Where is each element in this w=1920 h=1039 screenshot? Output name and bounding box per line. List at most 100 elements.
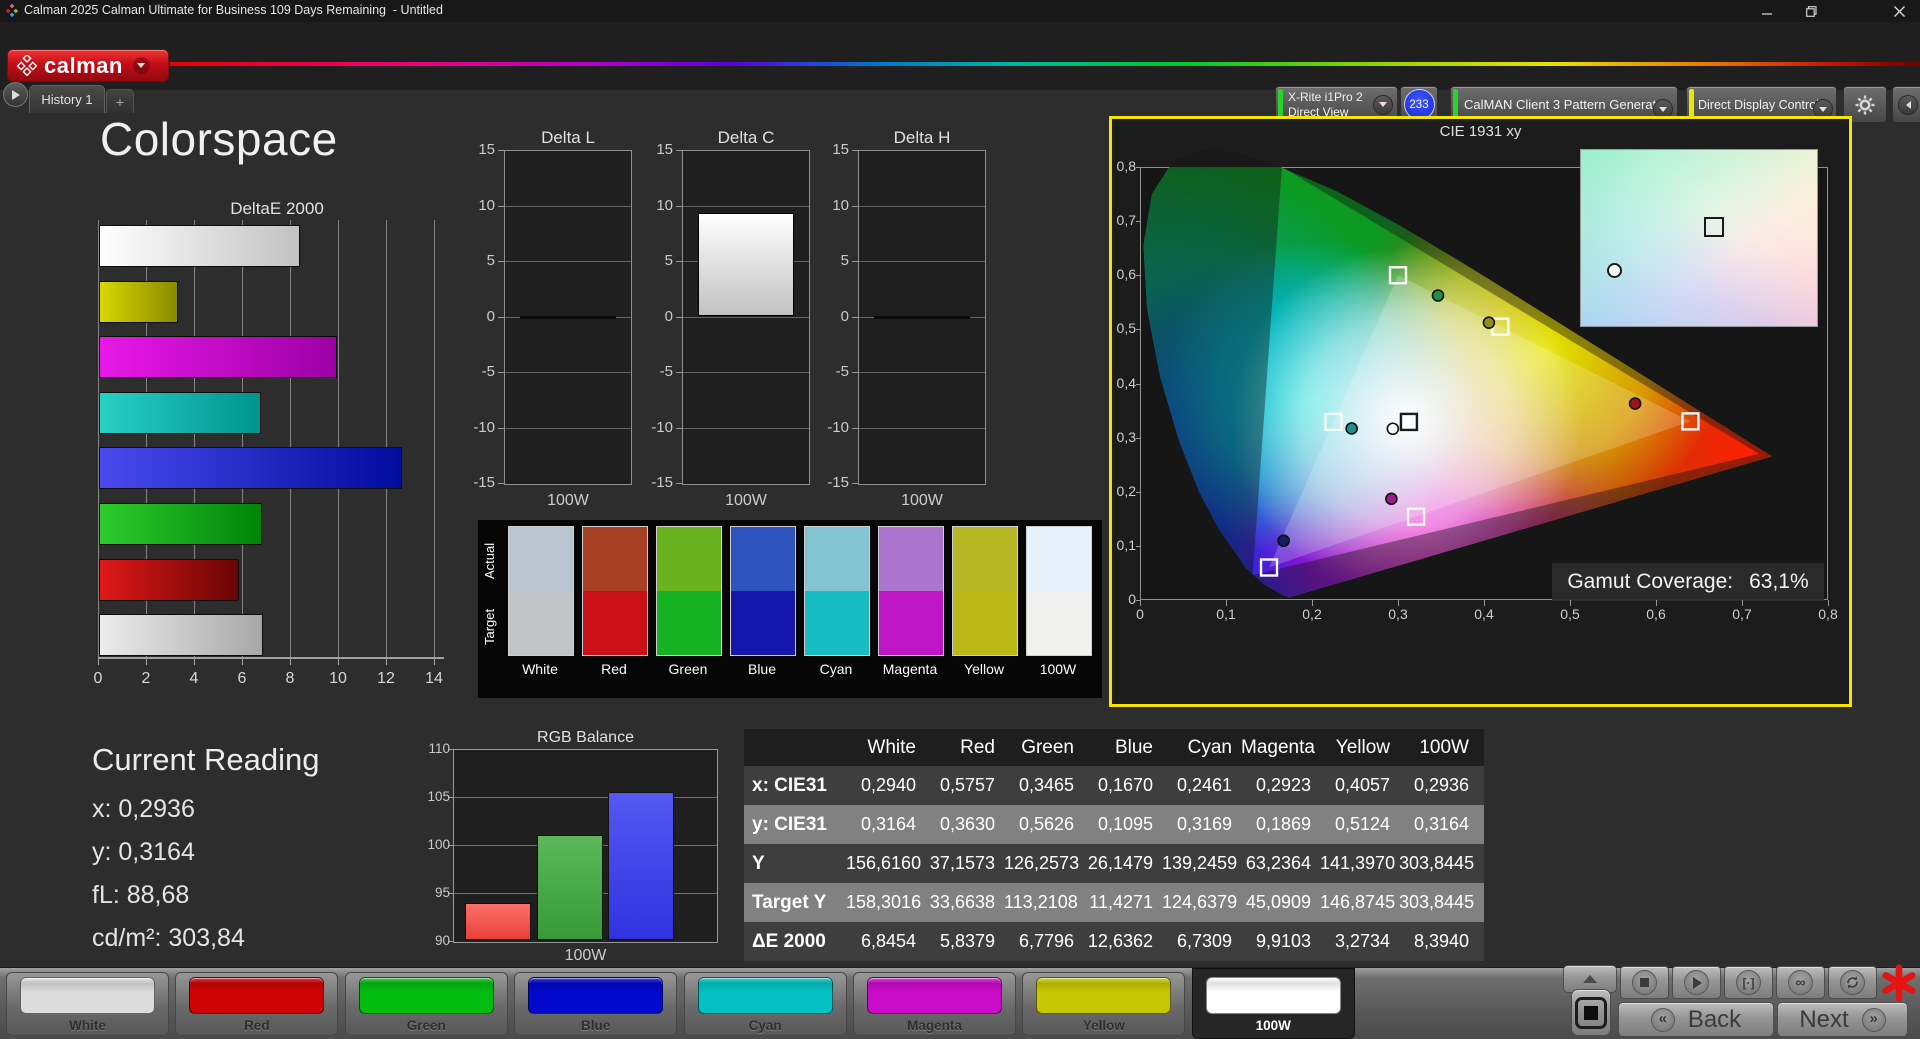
swatch-target [583,591,647,655]
swatch-target [731,591,795,655]
current-reading-line: y: 0,3164 [92,838,422,868]
deltae-axis-label: 12 [371,670,401,688]
table-cell: 0,3630 [925,814,1004,835]
deltae-gridline [290,220,291,658]
deltae-bar-blue [99,447,402,489]
tab-history-1[interactable]: History 1 [29,85,105,113]
close-icon[interactable] [1880,0,1918,22]
delta-h-chart: Delta H 151050-5-10-15100W [803,128,1043,520]
table-cell: 0,4057 [1320,775,1399,796]
pattern-label: Magenta [854,1018,1015,1033]
calman-menu-button[interactable]: calman [7,49,169,82]
refresh-icon [1840,970,1865,995]
delta_h-gridline [859,261,985,262]
cie-measured-cyan [1346,423,1357,434]
cie-ytick [1136,221,1141,222]
collapse-panel-button[interactable] [1892,86,1920,123]
delta_l-ylabel: -5 [453,363,495,379]
table-header-cell: Yellow [1320,737,1399,759]
table-row: x: CIE310,29400,57570,34650,16700,24610,… [744,766,1484,805]
delta_c-plot-area [682,150,810,485]
swatch-label: Cyan [798,661,874,677]
pattern-window-icon [1575,997,1607,1029]
delta_h-ylabel: -15 [807,474,849,490]
next-button[interactable]: Next » [1777,1002,1908,1037]
minimize-icon[interactable] [1748,0,1786,22]
deltae-tick [386,658,387,665]
delta_c-bar [698,213,794,316]
delta_h-gridline [859,428,985,429]
deltae-axis-label: 6 [227,670,257,688]
delta_h-gridline [859,206,985,207]
table-header-cell: Red [925,737,1004,759]
pattern-label: Green [346,1018,507,1033]
delta_l-tick [498,261,504,262]
deltae-gridline [242,220,243,658]
delta_c-gridline [683,428,809,429]
cie-xtick [1226,600,1227,606]
table-header-cell: Blue [1083,737,1162,759]
delta_c-ylabel: -10 [631,419,673,435]
deltae-tick [242,658,243,665]
table-cell: 5,8379 [925,931,1004,952]
pattern-button-cyan[interactable]: Cyan [684,972,847,1036]
table-cell: 26,1479 [1083,853,1162,874]
cie-ytick [1136,384,1141,385]
continuous-button[interactable]: ∞ [1776,966,1825,999]
cie-measured-magenta [1386,493,1397,504]
swatch-actual [805,527,869,591]
deltae-tick [146,658,147,665]
table-cell: 63,2364 [1241,853,1320,874]
infinity-glyph: ∞ [1796,974,1806,990]
pattern-button-green[interactable]: Green [345,972,508,1036]
pattern-button-blue[interactable]: Blue [514,972,677,1036]
swatch-actual [879,527,943,591]
delta_l-tick [498,150,504,151]
pattern-button-magenta[interactable]: Magenta [853,972,1016,1036]
titlebar: Calman 2025 Calman Ultimate for Business… [0,0,1920,22]
swatch-target [953,591,1017,655]
cie-ytick-label: 0 [1112,591,1136,607]
refresh-button[interactable] [1828,966,1877,999]
application-window: Calman 2025 Calman Ultimate for Business… [0,0,1920,1039]
deltae-tick [98,658,99,665]
table-cell: 9,9103 [1241,931,1320,952]
deltae-axis-label: 10 [323,670,353,688]
play-button[interactable] [1672,966,1721,999]
deltae-bar-green [99,503,262,545]
pattern-button-red[interactable]: Red [175,972,338,1036]
cie-ytick-label: 0,3 [1112,429,1136,445]
swatch-column-100w [1026,526,1092,656]
rgb-ylabel: 100 [422,837,450,852]
table-cell: 156,6160 [846,853,925,874]
delta_l-gridline [505,428,631,429]
stop-button[interactable] [1620,966,1669,999]
delta_h-ylabel: 5 [807,252,849,268]
single-measure-button[interactable]: [·] [1724,966,1773,999]
maximize-icon[interactable] [1792,0,1830,22]
page-title: Colorspace [100,112,338,166]
table-cell: 0,5757 [925,775,1004,796]
deltae-axis-label: 0 [83,670,113,688]
swatch-column-yellow [952,526,1018,656]
deltae-bar-red [99,559,239,601]
delta_h-tick [852,372,858,373]
delta_c-gridline [683,317,809,318]
pattern-button-yellow[interactable]: Yellow [1022,972,1185,1036]
back-button[interactable]: « Back [1618,1002,1774,1037]
history-nav-button[interactable] [3,82,28,107]
delta_c-ylabel: 10 [631,197,673,213]
swatch-column-green [656,526,722,656]
pattern-window-button[interactable] [1571,989,1611,1036]
delta_h-bar [874,316,970,319]
pattern-button-100w[interactable]: 100W [1192,968,1355,1039]
chevron-down-icon[interactable] [133,57,150,74]
cie-ytick-label: 0,8 [1112,158,1136,174]
swatch-actual [657,527,721,591]
add-tab-button[interactable]: + [106,89,134,113]
cie-measured-red [1630,398,1641,409]
deltae-tick [290,658,291,665]
measurement-table: WhiteRedGreenBlueCyanMagentaYellow100Wx:… [744,729,1484,961]
deltae-chart-title: DeltaE 2000 [98,199,456,219]
pattern-button-white[interactable]: White [6,972,169,1036]
